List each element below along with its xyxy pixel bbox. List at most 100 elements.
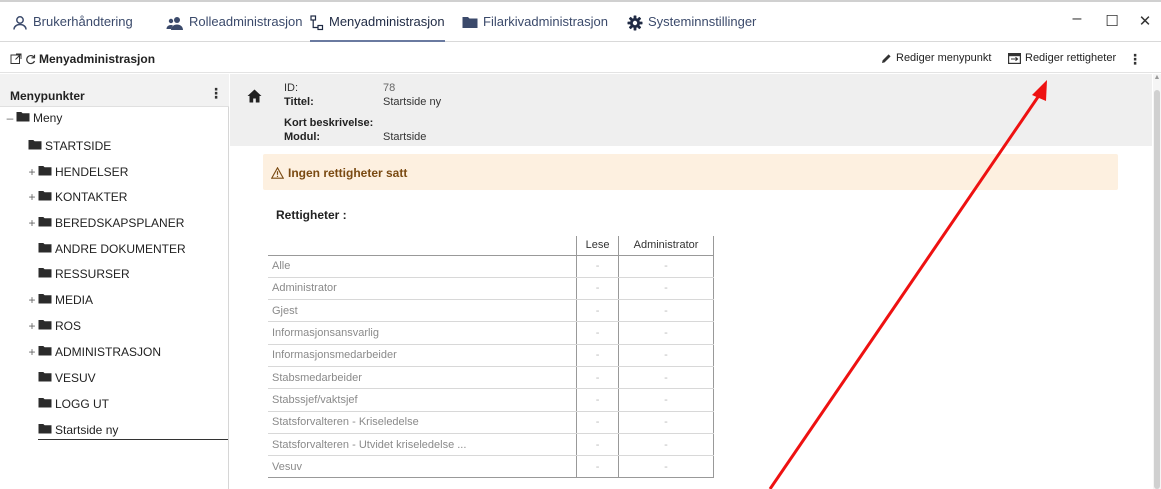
tree-item-label: ROS	[55, 319, 82, 333]
id-label: ID:	[284, 82, 299, 94]
admin-value: -	[618, 344, 714, 367]
tree-item-andre-dokumenter[interactable]: ANDRE DOKUMENTER	[38, 239, 266, 259]
tree-item-label: RESSURSER	[55, 267, 130, 281]
expand-icon[interactable]: +	[26, 216, 38, 230]
home-icon[interactable]	[247, 89, 262, 106]
admin-value: -	[618, 411, 714, 434]
vertical-scrollbar[interactable]: ▲	[1153, 74, 1161, 489]
table-row[interactable]: Statsforvalteren - Kriseledelse - -	[268, 411, 714, 434]
tree-item-label: Startside ny	[55, 422, 119, 437]
lese-value: -	[576, 388, 620, 412]
column-header-lese: Lese	[576, 236, 620, 256]
folder-icon	[38, 345, 52, 359]
gear-icon	[627, 15, 643, 31]
role-name: Statsforvalteren - Utvidet kriseledelse …	[268, 433, 577, 457]
tree-item-beredskapsplaner[interactable]: + BEREDSKAPSPLANER	[26, 213, 254, 233]
table-row[interactable]: Informasjonsmedarbeider - -	[268, 344, 714, 367]
tree-item-startside-ny[interactable]: Startside ny	[38, 420, 228, 440]
module-label: Modul:	[284, 131, 321, 143]
folder-icon	[38, 397, 52, 411]
top-border	[0, 0, 1161, 2]
admin-value: -	[618, 455, 714, 479]
minimize-button[interactable]: –	[1068, 10, 1086, 28]
tree-item-label: BEREDSKAPSPLANER	[55, 216, 185, 230]
folder-icon	[38, 319, 52, 333]
expand-icon[interactable]: +	[26, 345, 38, 359]
collapse-icon[interactable]: –	[4, 111, 16, 125]
scrollbar-thumb[interactable]	[1154, 90, 1160, 489]
table-row[interactable]: Administrator - -	[268, 277, 714, 301]
id-value: 78	[383, 82, 396, 94]
sidebar-header: Menypunkter ⋮	[0, 74, 229, 107]
admin-value: -	[618, 277, 714, 301]
tree-item-label: MEDIA	[55, 293, 94, 307]
role-name: Informasjonsansvarlig	[268, 321, 577, 345]
role-name: Informasjonsmedarbeider	[268, 344, 577, 367]
tree-item-label: Meny	[33, 111, 63, 125]
tree-item-meny[interactable]: – Meny	[4, 108, 232, 128]
admin-value: -	[618, 255, 714, 278]
table-row[interactable]: Vesuv - -	[268, 455, 714, 479]
folder-icon	[28, 139, 42, 153]
edit-menu-item-button[interactable]: Rediger menypunkt	[881, 52, 991, 64]
admin-value: -	[618, 388, 714, 412]
tab-filarkivadministrasjon[interactable]: Filarkivadministrasjon	[462, 14, 608, 42]
refresh-icon[interactable]	[25, 54, 36, 65]
tree-item-hendelser[interactable]: + HENDELSER	[26, 162, 254, 182]
role-name: Alle	[268, 255, 577, 278]
tab-brukerhandtering[interactable]: Brukerhåndtering	[12, 14, 133, 42]
tree-item-startside[interactable]: STARTSIDE	[28, 136, 256, 156]
expand-icon[interactable]: +	[26, 293, 38, 307]
tree-item-ros[interactable]: + ROS	[26, 316, 254, 336]
tree-item-label: HENDELSER	[55, 165, 129, 179]
sidebar: Menypunkter ⋮ – Meny STARTSIDE + HENDELS…	[0, 74, 229, 489]
table-row[interactable]: Statsforvalteren - Utvidet kriseledelse …	[268, 433, 714, 457]
no-permissions-alert: Ingen rettigheter satt	[263, 154, 1118, 190]
tree-item-ressurser[interactable]: RESSURSER	[38, 264, 266, 284]
more-options-icon[interactable]: ⋮	[1128, 51, 1142, 68]
tree-item-kontakter[interactable]: + KONTAKTER	[26, 187, 254, 207]
table-row[interactable]: Stabssjef/vaktsjef - -	[268, 388, 714, 412]
tree-item-media[interactable]: + MEDIA	[26, 290, 254, 310]
folder-icon	[38, 165, 52, 179]
tab-rolleadministrasjon[interactable]: Rolleadministrasjon	[166, 14, 302, 42]
lese-value: -	[576, 255, 620, 278]
permissions-header-row: Lese Administrator	[268, 236, 714, 256]
scroll-up-icon[interactable]: ▲	[1153, 74, 1161, 84]
edit-menu-item-label: Rediger menypunkt	[896, 52, 992, 64]
page-title: Menyadministrasjon	[10, 52, 155, 66]
tree-item-label: STARTSIDE	[45, 139, 112, 153]
tree-item-label: LOGG UT	[55, 397, 110, 411]
open-external-icon[interactable]	[10, 53, 22, 65]
lese-value: -	[576, 344, 620, 367]
expand-icon[interactable]: +	[26, 165, 38, 179]
tab-bar: Brukerhåndtering Rolleadministrasjon Men…	[0, 0, 1161, 42]
users-icon	[166, 17, 183, 30]
permissions-table: Lese Administrator Alle - - Administrator -…	[268, 236, 714, 479]
tab-label: Systeminnstillinger	[648, 14, 757, 29]
close-button[interactable]: ✕	[1136, 12, 1154, 30]
user-icon	[13, 16, 27, 30]
tree-item-vesuv[interactable]: VESUV	[38, 368, 266, 388]
column-header-role	[268, 236, 577, 256]
table-row[interactable]: Informasjonsansvarlig - -	[268, 321, 714, 345]
sidebar-more-icon[interactable]: ⋮	[209, 85, 223, 102]
table-row[interactable]: Stabsmedarbeider - -	[268, 366, 714, 390]
tree-item-logg-ut[interactable]: LOGG UT	[38, 394, 266, 414]
folder-icon	[38, 423, 52, 437]
tab-systeminnstillinger[interactable]: Systeminnstillinger	[627, 14, 756, 42]
maximize-button[interactable]: ☐	[1103, 12, 1121, 30]
expand-icon[interactable]: +	[26, 190, 38, 204]
tree-item-label: VESUV	[55, 371, 96, 385]
edit-permissions-label: Rediger rettigheter	[1025, 52, 1117, 64]
lese-value: -	[576, 321, 620, 345]
tab-label: Brukerhåndtering	[33, 14, 133, 29]
sub-header: Menyadministrasjon Rediger menypunkt Red…	[0, 43, 1161, 73]
expand-icon[interactable]: +	[26, 319, 38, 333]
edit-permissions-button[interactable]: Rediger rettigheter	[1008, 52, 1116, 64]
tree-item-administrasjon[interactable]: + ADMINISTRASJON	[26, 342, 254, 362]
lese-value: -	[576, 433, 620, 457]
tab-menyadministrasjon[interactable]: Menyadministrasjon	[310, 14, 445, 42]
table-row[interactable]: Gjest - -	[268, 299, 714, 323]
table-row[interactable]: Alle - -	[268, 255, 714, 278]
